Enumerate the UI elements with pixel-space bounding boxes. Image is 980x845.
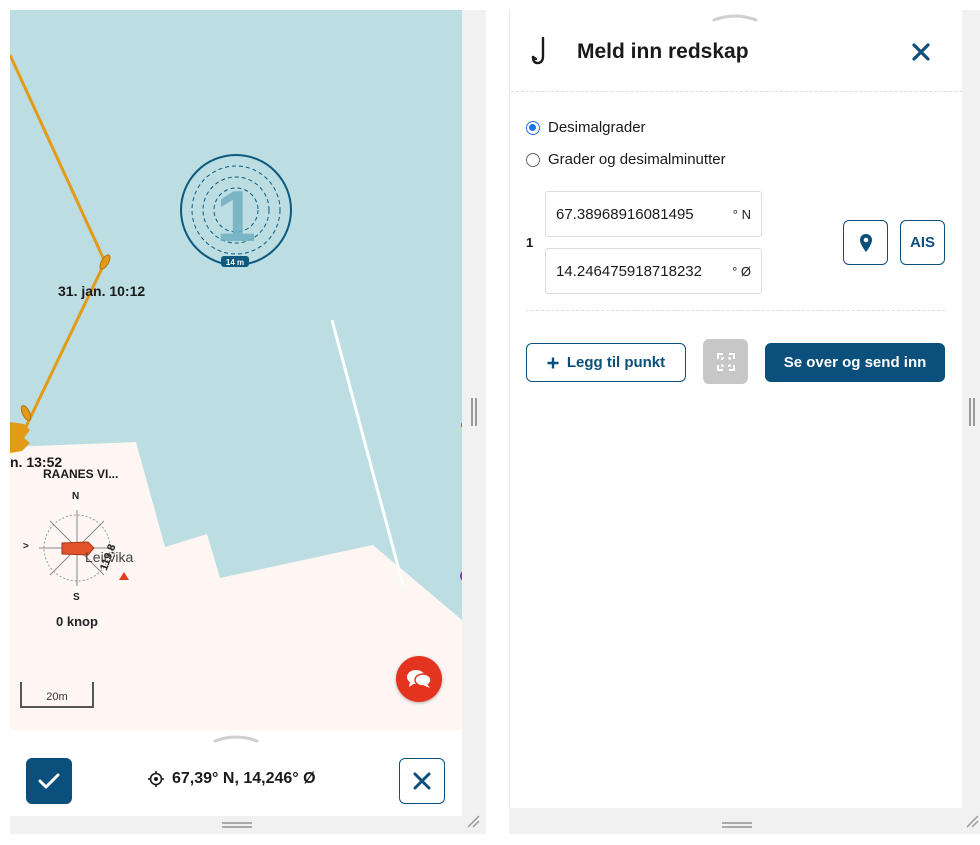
check-icon bbox=[38, 773, 60, 789]
format-option-decimal-degrees[interactable]: Desimalgrader bbox=[526, 119, 646, 136]
drawer-handle[interactable] bbox=[213, 733, 259, 743]
scale-label: 20m bbox=[46, 691, 68, 703]
latitude-value[interactable]: 67.38968916081495 bbox=[556, 206, 733, 223]
vessel-track bbox=[10, 54, 107, 436]
plus-icon bbox=[547, 357, 559, 368]
add-point-label: Legg til punkt bbox=[566, 354, 666, 371]
add-point-button[interactable]: Legg til punkt bbox=[526, 343, 686, 382]
hook-icon bbox=[531, 36, 545, 65]
longitude-unit: ° Ø bbox=[732, 263, 751, 279]
use-map-position-button[interactable] bbox=[843, 220, 888, 265]
panel-title: Meld inn redskap bbox=[577, 40, 749, 63]
right-panel-footer bbox=[509, 808, 964, 834]
position-readout: 67,39° N, 14,246° Ø bbox=[148, 770, 316, 788]
pier-line bbox=[330, 319, 405, 586]
drawer-handle[interactable] bbox=[712, 12, 758, 22]
format-option-label: Desimalgrader bbox=[548, 119, 646, 136]
speed-label: 0 knop bbox=[56, 614, 98, 629]
latitude-unit: ° N bbox=[732, 206, 751, 222]
longitude-field[interactable]: 14.246475918718232 ° Ø bbox=[545, 248, 762, 294]
review-and-submit-button[interactable]: Se over og send inn bbox=[765, 343, 945, 382]
radio-button[interactable] bbox=[526, 152, 540, 167]
resize-corner-icon[interactable] bbox=[965, 814, 979, 828]
divider bbox=[511, 91, 962, 92]
track-marker-2 bbox=[20, 405, 32, 421]
track-marker-1 bbox=[99, 254, 111, 270]
format-option-label: Grader og desimalminutter bbox=[548, 151, 726, 168]
divider bbox=[526, 310, 945, 311]
resize-corner-icon[interactable] bbox=[466, 814, 480, 828]
ais-position-button[interactable]: AIS bbox=[900, 220, 945, 265]
chat-button[interactable] bbox=[396, 656, 442, 702]
map-pin-icon bbox=[859, 233, 872, 252]
point-number: 1 bbox=[526, 235, 534, 250]
resize-grip-icon[interactable] bbox=[222, 822, 252, 828]
splitter-grip-icon[interactable] bbox=[471, 398, 477, 426]
confirm-position-button[interactable] bbox=[26, 758, 72, 804]
vessel-name-label: RAANES VI... bbox=[43, 467, 119, 481]
close-icon bbox=[413, 772, 431, 790]
radio-button-checked[interactable] bbox=[526, 120, 540, 135]
compass-north-label: N bbox=[72, 491, 80, 502]
place-name-label: Leirvika bbox=[85, 549, 134, 565]
latitude-field[interactable]: 67.38968916081495 ° N bbox=[545, 191, 762, 237]
crosshair-icon bbox=[148, 771, 164, 787]
compass-heading-marker: > bbox=[23, 541, 29, 552]
scan-button[interactable] bbox=[703, 339, 748, 384]
track-time-label: 31. jan. 10:12 bbox=[58, 283, 146, 299]
resize-grip-icon[interactable] bbox=[722, 822, 752, 828]
panel-splitter[interactable] bbox=[462, 10, 486, 834]
close-icon bbox=[912, 43, 930, 61]
panel-splitter[interactable] bbox=[962, 10, 980, 834]
longitude-value[interactable]: 14.246475918718232 bbox=[556, 263, 732, 280]
scale-bar: 20m bbox=[20, 682, 94, 708]
splitter-grip-icon[interactable] bbox=[969, 398, 975, 426]
scan-icon bbox=[716, 352, 735, 371]
cancel-button[interactable] bbox=[399, 758, 445, 804]
gear-radius-label: 14 m bbox=[226, 258, 244, 267]
close-panel-button[interactable] bbox=[906, 37, 936, 67]
left-panel-footer bbox=[10, 816, 462, 834]
position-text: 67,39° N, 14,246° Ø bbox=[172, 770, 316, 787]
format-option-degrees-minutes[interactable]: Grader og desimalminutter bbox=[526, 151, 726, 168]
chat-icon bbox=[407, 670, 432, 688]
map-view[interactable]: 1 14 m 31. jan. 10:12 n. 13:52 RAANES VI… bbox=[10, 10, 462, 730]
compass-south-label: S bbox=[73, 592, 80, 603]
gear-marker-number: 1 bbox=[216, 177, 256, 257]
